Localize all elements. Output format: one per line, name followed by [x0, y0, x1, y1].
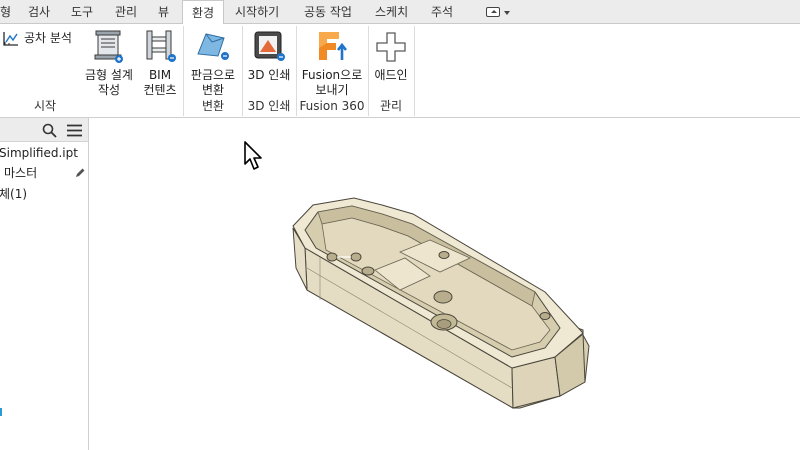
send-to-fusion-button[interactable]: Fusion으로 보내기 [297, 28, 367, 98]
part-model-3d[interactable] [90, 118, 800, 450]
browser-master-node[interactable]: 마스터 [4, 165, 37, 181]
sheet-metal-design-label: 금형 설계 작성 [85, 68, 133, 97]
search-icon[interactable] [42, 123, 57, 138]
pencil-icon[interactable] [74, 167, 86, 179]
mouse-cursor-icon [244, 141, 262, 170]
tolerance-analysis-label: 공차 분석 [24, 31, 72, 45]
bim-content-button[interactable]: BIM 컨텐츠 [138, 28, 182, 98]
addins-label: 애드인 [374, 68, 408, 82]
graphics-viewport[interactable] [90, 118, 800, 450]
tab-tools[interactable]: 도구 [71, 0, 93, 24]
tab-annotate[interactable]: 주석 [431, 0, 453, 24]
ribbon-tab-bar: 형 검사 도구 관리 뷰 환경 시작하기 공동 작업 스케치 주석 [0, 0, 800, 25]
ribbon-separator [183, 26, 184, 116]
panel-toggle-icon [486, 7, 500, 17]
menu-icon[interactable] [67, 124, 82, 137]
tab-manage[interactable]: 관리 [115, 0, 137, 24]
tolerance-analysis-icon [3, 32, 18, 46]
sheet-metal-design-button[interactable]: 금형 설계 작성 [80, 28, 138, 98]
printer-3d-icon [254, 31, 285, 61]
tab-inspect[interactable]: 검사 [28, 0, 50, 24]
sheet-metal-convert-icon [197, 33, 229, 60]
print-3d-button[interactable]: 3D 인쇄 [243, 28, 295, 98]
tab-sketch[interactable]: 스케치 [375, 0, 408, 24]
ribbon-panel: 공차 분석 금형 설계 작성 BIM 컨텐츠 시작 판금으로 변환 변환 3D … [0, 24, 800, 118]
print-3d-label: 3D 인쇄 [247, 68, 291, 82]
fusion-360-icon [319, 32, 348, 60]
convert-to-sheet-metal-button[interactable]: 판금으로 변환 [185, 28, 241, 98]
ribbon-separator [414, 26, 415, 116]
group-3d-print-label: 3D 인쇄 [247, 99, 291, 113]
tab-get-started[interactable]: 시작하기 [235, 0, 279, 24]
group-fusion-label: Fusion 360 [299, 99, 365, 113]
send-to-fusion-label: Fusion으로 보내기 [301, 68, 363, 97]
bim-content-label: BIM 컨텐츠 [143, 68, 177, 97]
group-start-label: 시작 [33, 99, 57, 113]
browser-file-node[interactable]: Simplified.ipt [0, 145, 78, 161]
convert-to-sheet-metal-label: 판금으로 변환 [190, 68, 236, 97]
browser-marker [0, 408, 2, 416]
tab-environments[interactable]: 환경 [182, 0, 225, 25]
browser-header [0, 118, 88, 142]
addins-button[interactable]: 애드인 [369, 28, 413, 98]
panel-toggle-dropdown[interactable] [484, 5, 512, 19]
browser-body-node[interactable]: 체(1) [0, 186, 27, 202]
chevron-down-icon [504, 11, 510, 15]
tab-model[interactable]: 형 [0, 0, 11, 24]
group-convert-label: 변환 [201, 99, 225, 113]
bim-content-icon [146, 30, 176, 62]
tab-collaborate[interactable]: 공동 작업 [304, 0, 352, 24]
addins-plus-icon [376, 32, 406, 62]
mold-design-icon [94, 30, 123, 63]
group-manage-label: 관리 [379, 99, 403, 113]
tab-view[interactable]: 뷰 [158, 0, 169, 24]
model-browser: Simplified.ipt 마스터 체(1) [0, 118, 89, 450]
